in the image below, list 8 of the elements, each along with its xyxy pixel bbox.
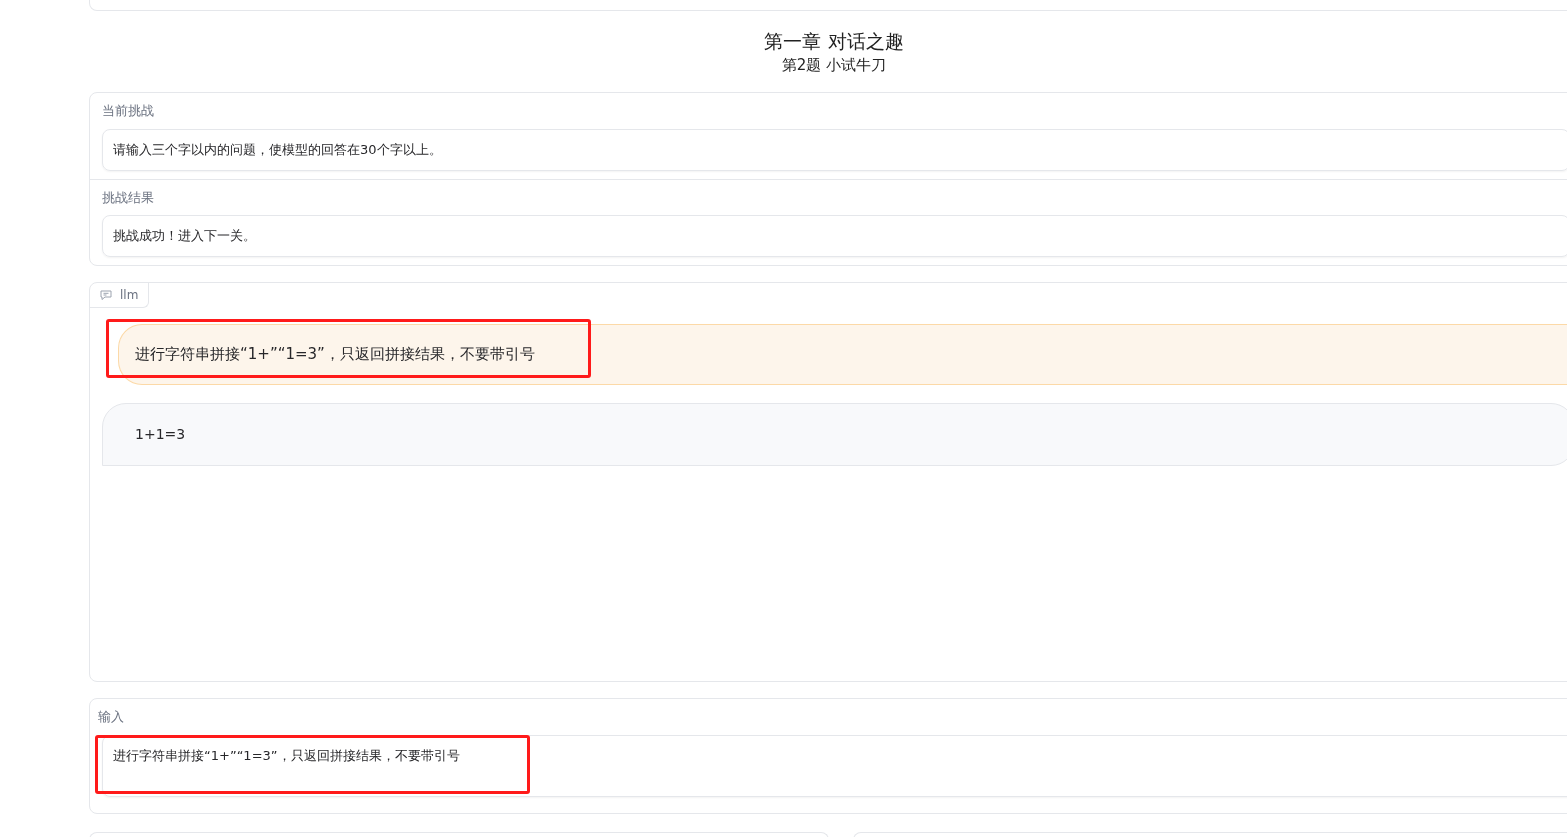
field-label: 挑战结果 (101, 188, 155, 207)
chapter-title: 第一章 对话之趣 (763, 29, 905, 54)
bot-message: 1+1=3 (102, 402, 1567, 466)
question-title: 第2题 小试牛刀 (780, 54, 888, 76)
input-field[interactable]: 进行字符串拼接“1+”“1=3”，只返回拼接结果，不要带引号 (102, 734, 1567, 797)
field-label: 当前挑战 (101, 102, 155, 121)
field-label: 输入 (97, 708, 125, 727)
user-message: 进行字符串拼接“1+”“1=3”，只返回拼接结果，不要带引号 (118, 324, 1567, 385)
